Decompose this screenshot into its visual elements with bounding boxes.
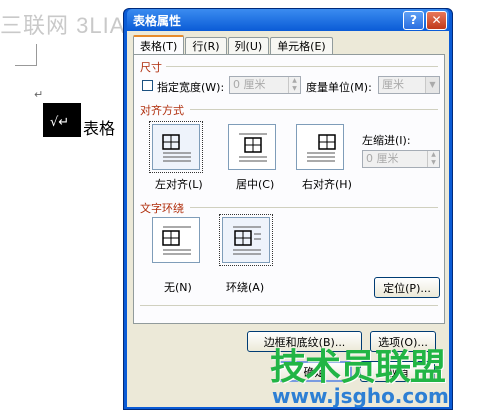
wrap-none-icon [162,226,191,255]
wrap-around-option[interactable] [219,214,273,266]
align-center-option[interactable] [228,124,276,170]
align-right-option[interactable] [296,124,344,170]
wrapping-group-label: 文字环绕 [140,202,184,215]
paragraph-mark: ↵ [34,88,44,101]
cell-end-mark: √↵ [50,115,70,130]
preferred-width-label: 指定宽度(W): [157,81,225,94]
measure-in-select[interactable]: 厘米 ▼ [378,76,440,94]
help-button[interactable]: ? [403,10,424,30]
preferred-width-input[interactable]: 0 厘米 ▲ ▼ [229,76,301,94]
wrap-none-option[interactable] [152,217,200,263]
wrapping-group-line [190,207,438,208]
wrap-around-icon [233,226,261,255]
panel-separator [140,305,438,306]
site-logo-watermark: 技术员联盟 [270,347,446,388]
tab-row[interactable]: 行(R) [185,37,227,54]
chevron-down-icon[interactable]: ▼ [425,77,439,93]
tab-cell[interactable]: 单元格(E) [270,37,333,54]
dialog-title: 表格属性 [133,13,182,28]
align-center-label: 居中(C) [236,178,275,191]
size-group-label: 尺寸 [140,61,162,74]
close-button[interactable]: ✕ [426,10,447,30]
tab-column[interactable]: 列(U) [227,37,270,54]
dialog-titlebar[interactable]: 表格属性 ? ✕ [127,9,449,31]
size-group-line [166,66,438,67]
tab-strip: 表格(T) 行(R) 列(U) 单元格(E) [133,35,334,54]
tab-panel: 尺寸 指定宽度(W): 0 厘米 ▲▼ 度量单位(M): 厘米 ▼ 对齐方式 [133,54,445,324]
positioning-button[interactable]: 定位(P)... [374,277,440,298]
wrap-around-label: 环绕(A) [226,281,265,294]
preferred-width-checkbox[interactable] [142,80,153,91]
preferred-width-value: 0 厘米 [233,78,266,91]
document-text[interactable]: 表格 [83,115,115,139]
align-right-label: 右对齐(H) [302,178,352,191]
align-right-icon [307,134,336,162]
indent-label: 左缩进(I): [362,134,411,147]
page-corner-mark [15,44,37,66]
wrap-none-label: 无(N) [164,281,192,294]
indent-value: 0 厘米 [366,152,399,165]
site-url-watermark: www.jsgho.com [272,384,449,408]
align-left-option[interactable] [149,121,203,173]
indent-input[interactable]: 0 厘米 ▲ ▼ [362,150,440,168]
measure-in-value: 厘米 [382,78,404,91]
align-center-icon [239,133,267,162]
alignment-group-label: 对齐方式 [140,104,184,117]
spinner-arrows-icon[interactable]: ▲ ▼ [427,151,439,167]
spinner-arrows-icon[interactable]: ▲ ▼ [288,77,300,93]
align-left-icon [162,134,191,162]
tab-table[interactable]: 表格(T) [133,35,185,54]
alignment-group-line [190,109,438,110]
measure-in-label: 度量单位(M): [306,81,372,94]
align-left-label: 左对齐(L) [155,178,203,191]
